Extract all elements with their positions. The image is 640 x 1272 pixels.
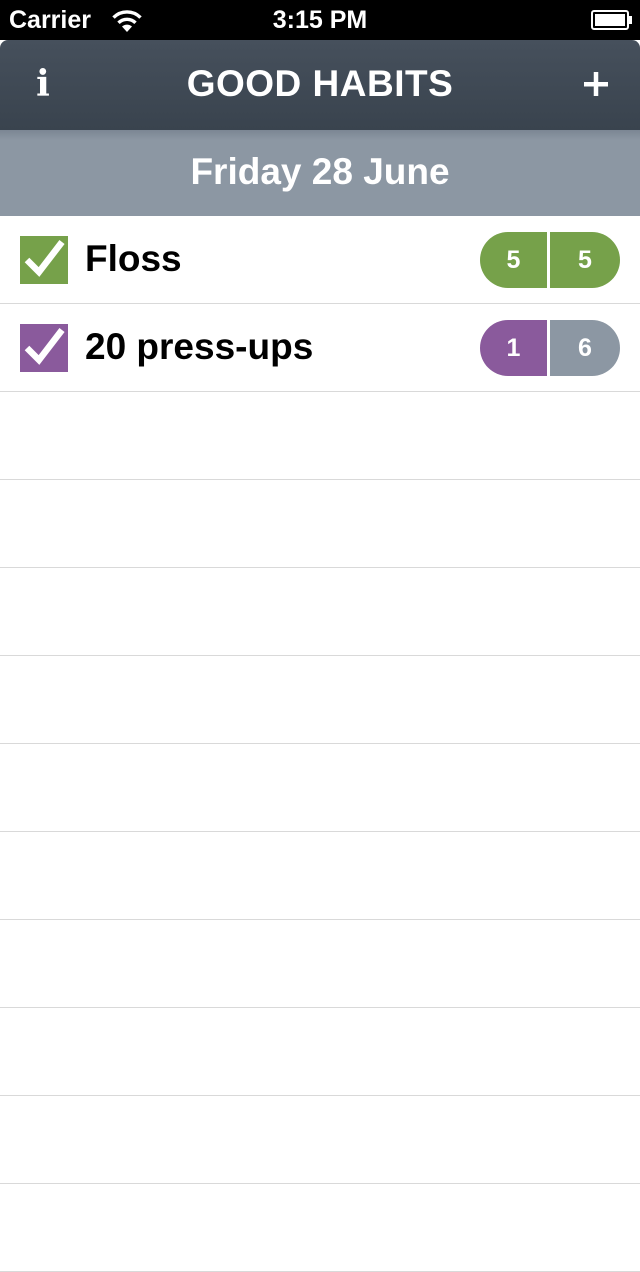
habit-list: Floss 5 5 20 press-ups 1 6 — [0, 216, 640, 1272]
date-label: Friday 28 June — [190, 151, 450, 192]
empty-row — [0, 480, 640, 568]
plus-icon — [584, 72, 608, 96]
empty-row — [0, 1184, 640, 1272]
empty-row — [0, 920, 640, 1008]
habit-name: Floss — [85, 238, 182, 279]
status-time: 3:15 PM — [272, 6, 368, 34]
habit-row-floss[interactable]: Floss 5 5 — [0, 216, 640, 304]
date-header: Friday 28 June — [0, 130, 640, 216]
empty-row — [0, 656, 640, 744]
nav-bar: i GOOD HABITS — [0, 40, 640, 130]
empty-row — [0, 392, 640, 480]
habit-name: 20 press-ups — [85, 326, 314, 367]
status-bar: Carrier 3:15 PM — [0, 0, 640, 40]
checkbox-checked-icon[interactable] — [20, 236, 68, 284]
empty-row — [0, 1008, 640, 1096]
add-habit-button[interactable] — [570, 58, 622, 110]
empty-row — [0, 744, 640, 832]
total-count: 6 — [550, 320, 620, 376]
habit-row-press-ups[interactable]: 20 press-ups 1 6 — [0, 304, 640, 392]
habit-count-badge: 1 6 — [480, 320, 620, 376]
streak-count: 5 — [480, 232, 547, 288]
empty-row — [0, 1096, 640, 1184]
streak-count: 1 — [480, 320, 547, 376]
battery-icon — [591, 10, 632, 30]
total-count: 5 — [550, 232, 620, 288]
empty-row — [0, 568, 640, 656]
checkbox-checked-icon[interactable] — [20, 324, 68, 372]
empty-row — [0, 832, 640, 920]
habit-count-badge: 5 5 — [480, 232, 620, 288]
page-title: GOOD HABITS — [186, 63, 454, 104]
